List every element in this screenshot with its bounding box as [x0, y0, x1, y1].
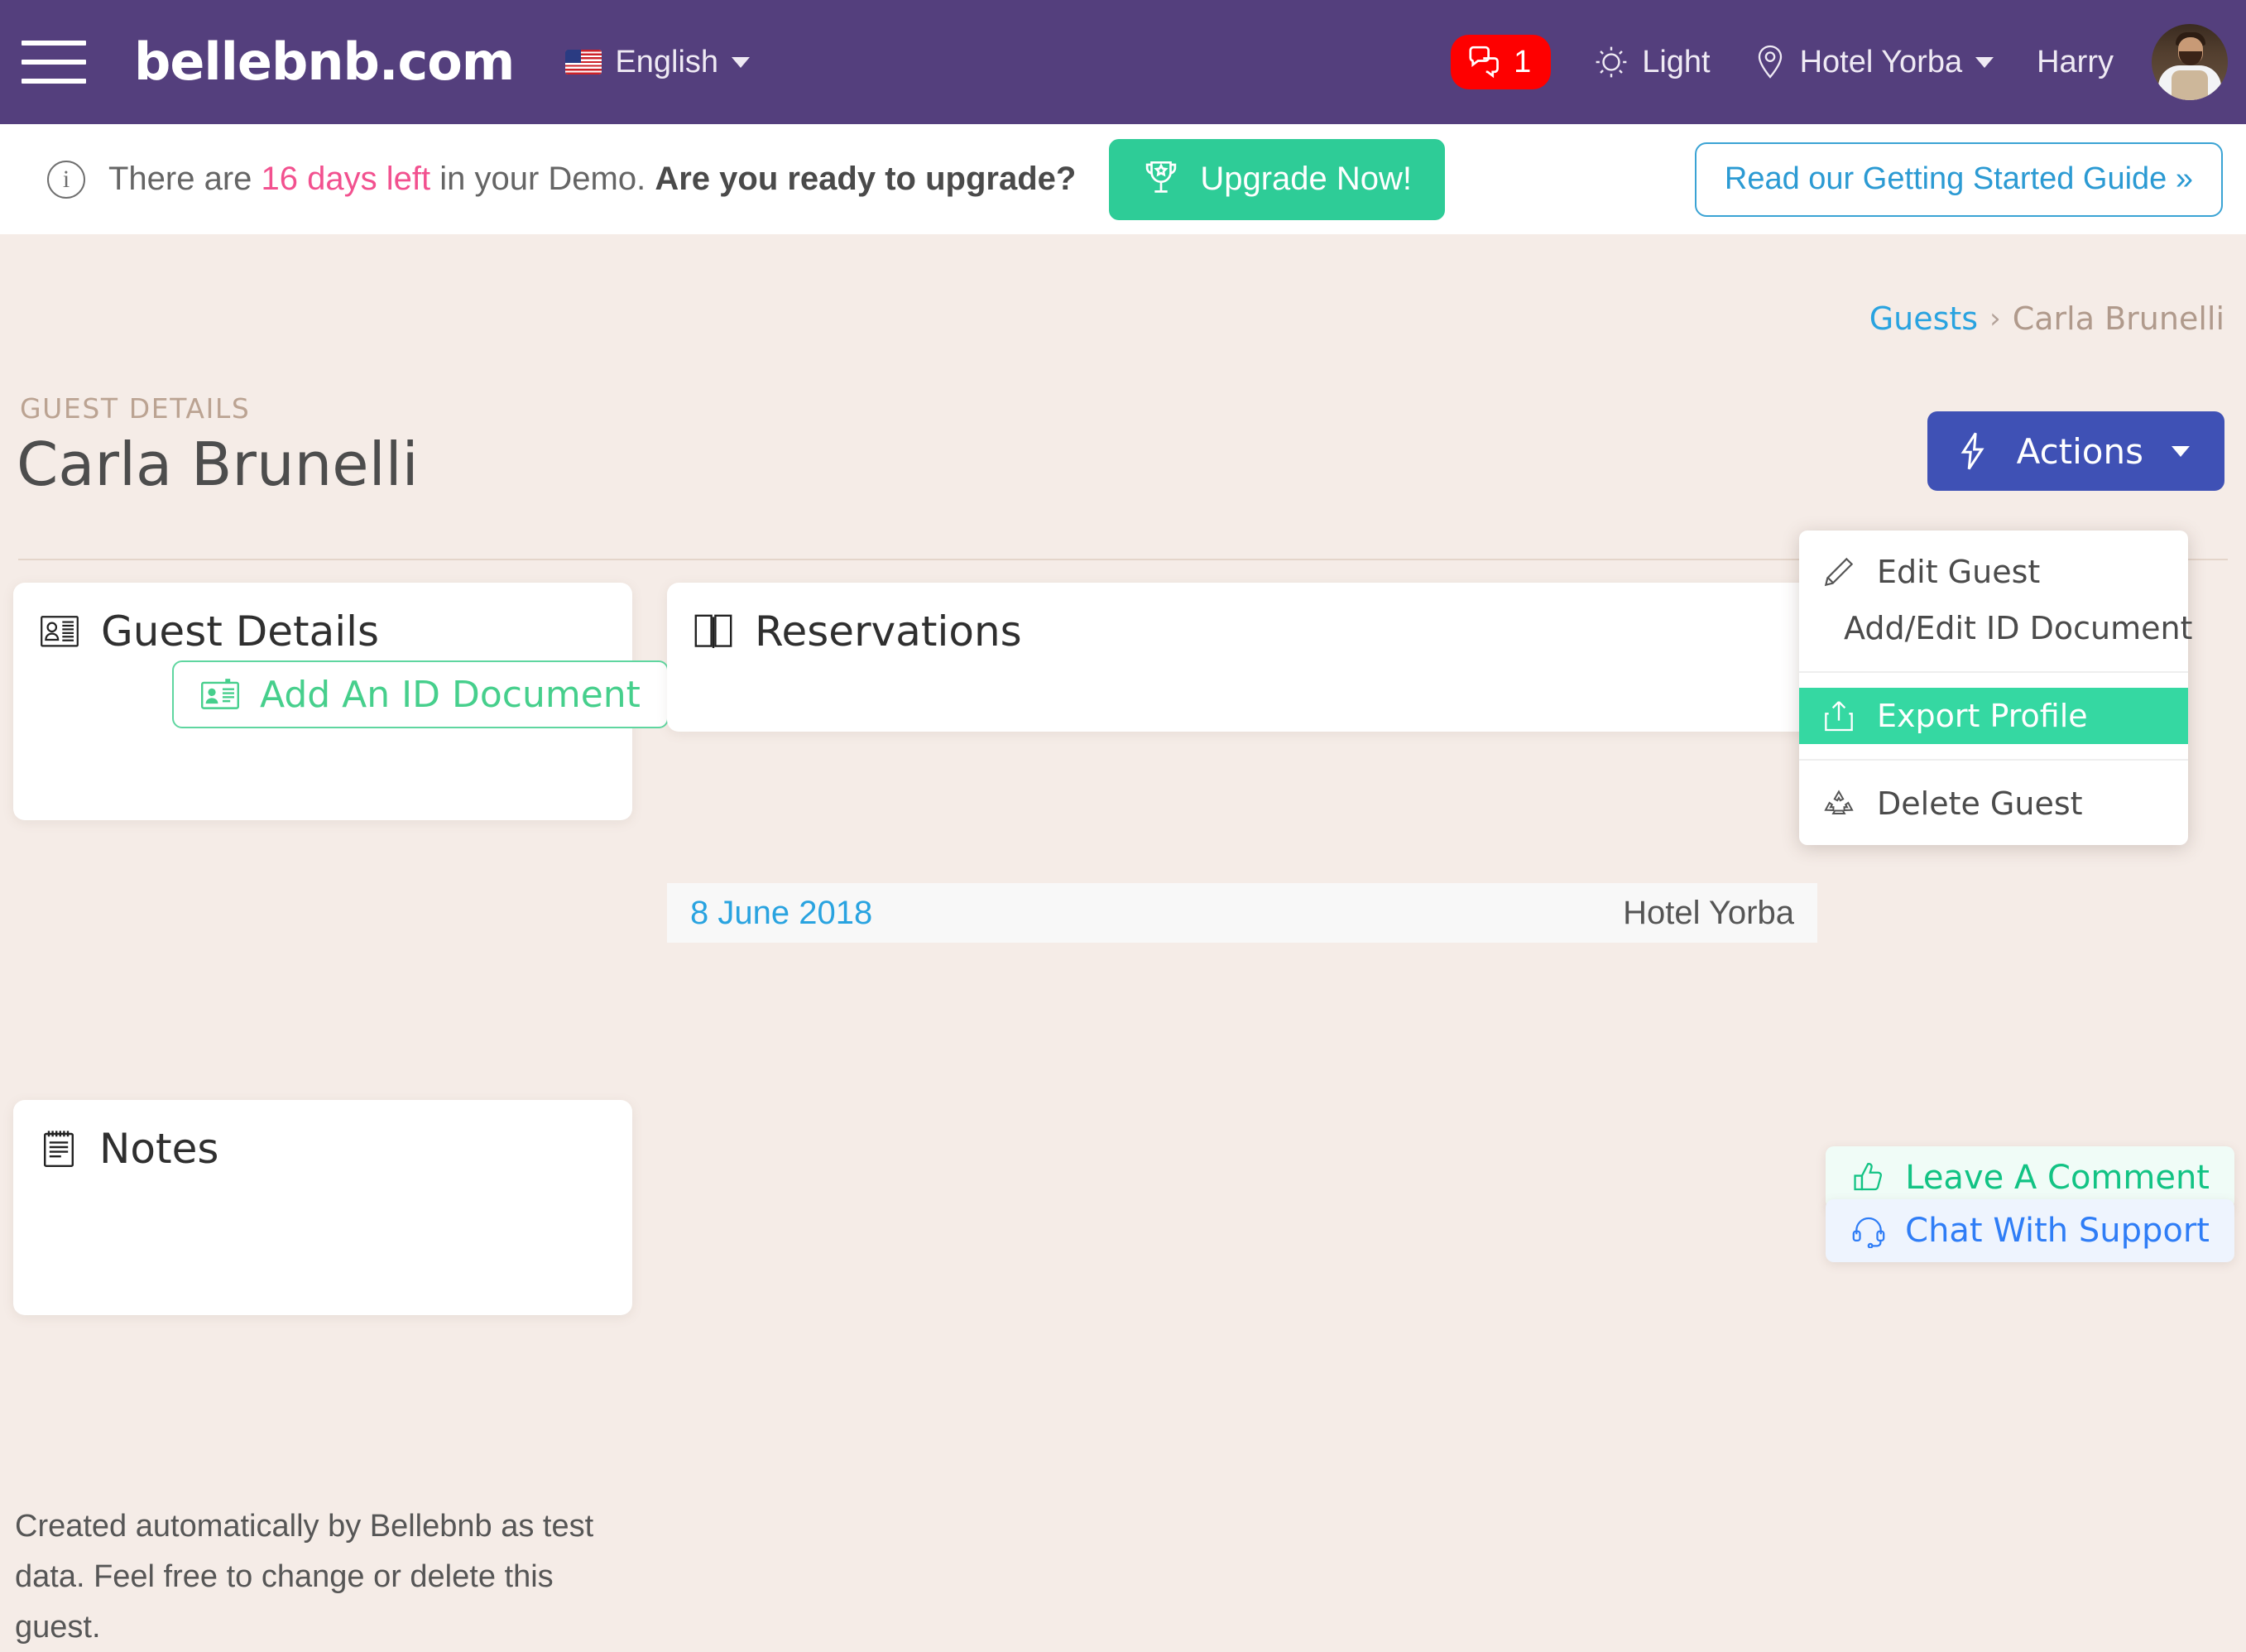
breadcrumb-current: Carla Brunelli	[2012, 300, 2224, 337]
messages-count: 1	[1514, 44, 1532, 79]
banner-text-bold: Are you ready to upgrade?	[655, 161, 1077, 197]
chevron-down-icon	[2172, 445, 2190, 457]
menu-item-delete-guest[interactable]: Delete Guest	[1799, 776, 2188, 832]
menu-item-add-edit-id-document[interactable]: Add/Edit ID Document	[1799, 600, 2192, 656]
messages-button[interactable]: 1	[1451, 35, 1552, 89]
user-menu[interactable]: Harry	[2037, 45, 2114, 80]
notepad-icon	[43, 1131, 74, 1167]
user-name: Harry	[2037, 44, 2114, 79]
upgrade-now-button[interactable]: Upgrade Now!	[1109, 138, 1445, 220]
share-upload-icon	[1825, 701, 1853, 732]
reservations-card-title: Reservations	[667, 583, 1817, 656]
breadcrumb-link-guests[interactable]: Guests	[1869, 300, 1978, 337]
actions-dropdown-menu: Edit Guest Add/Edit ID Document Export P…	[1799, 531, 2192, 845]
banner-text-before: There are	[108, 161, 262, 197]
card-title-label: Notes	[99, 1125, 219, 1173]
page-title: Carla Brunelli	[17, 430, 419, 499]
menu-item-label: Delete Guest	[1877, 785, 2083, 822]
demo-banner-text: There are 16 days left in your Demo. Are…	[108, 161, 1076, 198]
sun-icon	[1596, 46, 1627, 78]
actions-label: Actions	[2016, 430, 2143, 472]
hamburger-menu-icon[interactable]	[22, 33, 88, 91]
add-id-label: Add An ID Document	[260, 673, 641, 716]
actions-button[interactable]: Actions	[1927, 411, 2224, 491]
recycle-icon	[1824, 790, 1854, 814]
notes-body: Created automatically by Bellebnb as tes…	[15, 1509, 594, 1645]
language-selector[interactable]: English	[565, 44, 751, 80]
reservations-card: Reservations	[667, 583, 1817, 732]
top-navigation-bar: bellebnb.com English 1 Light Hotel Yorba…	[0, 0, 2246, 124]
add-id-document-button[interactable]: Add An ID Document	[172, 660, 669, 728]
table-row[interactable]: 8 June 2018 Hotel Yorba	[667, 883, 1817, 943]
id-card-icon	[41, 616, 79, 647]
main-content: Guests › Carla Brunelli GUEST DETAILS Ca…	[0, 234, 2246, 1645]
days-left-count: 16 days left	[261, 161, 431, 197]
us-flag-icon	[565, 50, 602, 74]
fab-label: Chat With Support	[1905, 1212, 2210, 1250]
menu-item-export-profile[interactable]: Export Profile	[1799, 688, 2188, 744]
theme-toggle[interactable]: Light	[1594, 44, 1711, 80]
open-book-icon	[694, 614, 732, 648]
upgrade-label: Upgrade Now!	[1200, 161, 1412, 197]
property-selector[interactable]: Hotel Yorba	[1754, 44, 1994, 80]
lightning-bolt-icon	[1960, 432, 1984, 470]
guest-details-card: Guest Details Add An ID Document	[13, 583, 669, 820]
reservation-hotel: Hotel Yorba	[1623, 894, 1794, 931]
info-circle-icon: i	[47, 160, 85, 199]
location-pin-icon	[1758, 45, 1782, 79]
pencil-icon	[1824, 557, 1854, 587]
menu-separator	[1799, 759, 2188, 761]
banner-text-middle: in your Demo.	[430, 161, 655, 197]
menu-item-label: Add/Edit ID Document	[1844, 610, 2193, 646]
chevron-down-icon	[1975, 56, 1994, 68]
breadcrumb-separator: ›	[1989, 302, 2001, 335]
theme-label: Light	[1642, 44, 1711, 79]
breadcrumb: Guests › Carla Brunelli	[1869, 300, 2224, 337]
reservation-date[interactable]: 8 June 2018	[690, 895, 872, 932]
notes-card: Notes	[13, 1100, 632, 1315]
id-card-icon	[201, 679, 239, 709]
demo-banner: i There are 16 days left in your Demo. A…	[0, 124, 2246, 234]
headset-icon	[1852, 1217, 1885, 1248]
fab-label: Leave A Comment	[1905, 1159, 2210, 1197]
notes-card-title: Notes	[13, 1100, 632, 1173]
hamburger-line	[22, 79, 86, 84]
property-label: Hotel Yorba	[1799, 44, 1963, 79]
avatar[interactable]	[2152, 24, 2228, 100]
card-title-label: Guest Details	[101, 607, 380, 656]
guest-details-card-title: Guest Details	[13, 583, 632, 656]
top-bar-right-group: 1 Light Hotel Yorba Harry	[1451, 0, 2246, 124]
chevron-down-icon	[732, 56, 751, 68]
menu-item-label: Edit Guest	[1877, 554, 2041, 590]
thumbs-up-icon	[1854, 1163, 1883, 1191]
menu-item-label: Export Profile	[1877, 698, 2088, 734]
hamburger-line	[22, 60, 86, 65]
page-kicker: GUEST DETAILS	[20, 392, 251, 425]
hamburger-line	[22, 41, 86, 46]
getting-started-guide-button[interactable]: Read our Getting Started Guide »	[1694, 142, 2223, 217]
trophy-icon	[1146, 161, 1177, 193]
chat-with-support-button[interactable]: Chat With Support	[1826, 1199, 2234, 1262]
brand-logo[interactable]: bellebnb.com	[134, 36, 515, 88]
chat-bubbles-icon	[1469, 46, 1499, 79]
menu-item-edit-guest[interactable]: Edit Guest	[1799, 544, 2188, 600]
menu-separator	[1799, 671, 2188, 673]
language-label: English	[615, 44, 719, 79]
card-title-label: Reservations	[755, 607, 1022, 656]
